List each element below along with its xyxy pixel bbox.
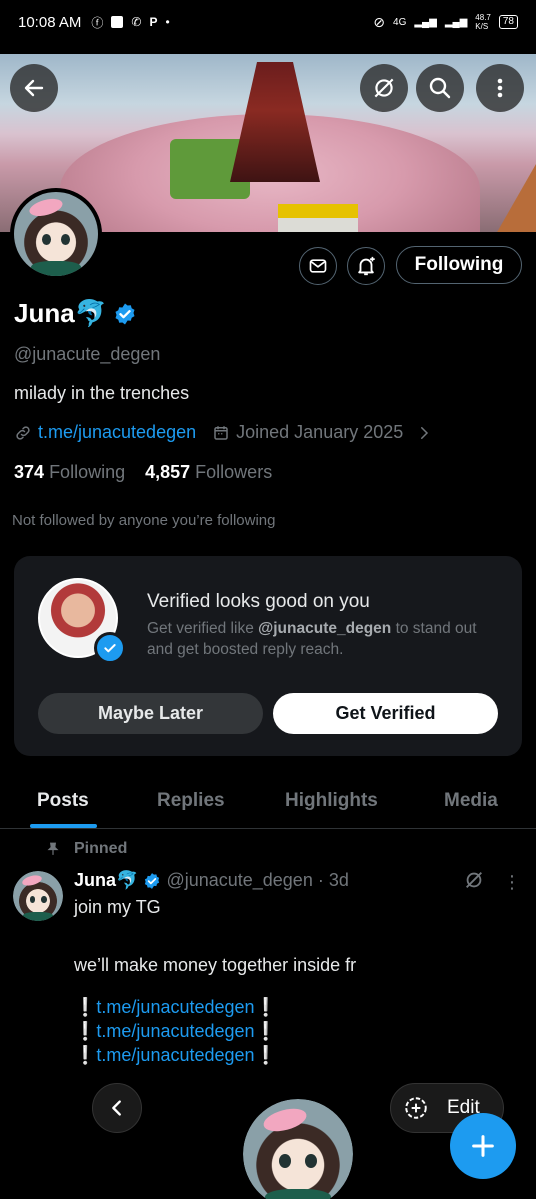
post-link[interactable]: t.me/junacutedegen xyxy=(96,997,254,1017)
profile-stats: 374 Following 4,857 Followers xyxy=(14,462,272,483)
pinned-label: Pinned xyxy=(46,840,127,858)
maybe-later-button[interactable]: Maybe Later xyxy=(38,693,263,734)
chevron-left-icon xyxy=(112,1100,121,1116)
grok-icon xyxy=(374,78,394,98)
profile-meta: t.me/junacutedegen Joined January 2025 xyxy=(14,422,433,443)
back-button[interactable] xyxy=(10,64,58,112)
floating-avatar[interactable] xyxy=(240,1096,356,1199)
hotspot-icon: ⊘ xyxy=(373,13,386,30)
square-app-icon xyxy=(111,16,124,28)
verified-badge-icon[interactable] xyxy=(113,302,137,326)
post-link-row: ❕t.me/junacutedegen❕ xyxy=(74,997,277,1017)
pin-icon xyxy=(47,842,59,855)
post-line-1: join my TG xyxy=(74,897,161,917)
active-tab-indicator xyxy=(30,824,97,828)
facebook-icon: ⓕ xyxy=(91,15,104,30)
following-stat[interactable]: 374 Following xyxy=(14,462,125,483)
search-button[interactable] xyxy=(416,64,464,112)
notifications-button[interactable] xyxy=(347,247,385,285)
bell-plus-icon xyxy=(358,256,375,276)
joined-date: Joined January 2025 xyxy=(236,422,404,442)
profile-name: Juna🐬 xyxy=(14,298,108,328)
mail-icon xyxy=(309,259,327,273)
post-link-row: ❕t.me/junacutedegen❕ xyxy=(74,1045,277,1065)
followers-stat[interactable]: 4,857 Followers xyxy=(145,462,272,483)
post-author-avatar[interactable] xyxy=(13,871,63,921)
floating-back-button[interactable] xyxy=(92,1083,142,1133)
not-followed-note: Not followed by anyone you’re following xyxy=(12,512,276,529)
post-author-name[interactable]: Juna🐬 xyxy=(74,870,138,891)
post-body: join my TG we’ll make money together ins… xyxy=(74,895,356,1067)
profile-tabs: Posts Replies Highlights Media xyxy=(0,776,536,829)
link-icon xyxy=(16,425,30,440)
tab-replies[interactable]: Replies xyxy=(157,790,225,812)
profile-handle: @junacute_degen xyxy=(14,344,161,364)
profile-link[interactable]: t.me/junacutedegen xyxy=(38,422,196,443)
post-header: Juna🐬 @junacute_degen · 3d xyxy=(74,870,349,891)
dot-icon: • xyxy=(165,15,170,29)
signal-icon: ▂▄▆ xyxy=(414,16,437,28)
add-circle-icon xyxy=(405,1097,427,1119)
p-app-icon: P xyxy=(149,15,158,29)
profile-name-row: Juna🐬 xyxy=(14,298,137,329)
post-link-row: ❕t.me/junacutedegen❕ xyxy=(74,1021,277,1041)
whatsapp-icon: ✆ xyxy=(131,15,142,29)
post-link[interactable]: t.me/junacutedegen xyxy=(96,1021,254,1041)
tab-posts[interactable]: Posts xyxy=(37,790,89,812)
status-bar: 10:08 AM ⓕ ✆ P • ⊘ 4G ▂▄▆ ▂▄▆ 48.7 K/S 7… xyxy=(0,0,536,44)
network-label: 4G xyxy=(393,16,407,28)
following-button[interactable]: Following xyxy=(396,246,522,284)
verified-check-icon xyxy=(94,632,126,664)
speed-readout: 48.7 K/S xyxy=(475,13,491,31)
compose-button[interactable] xyxy=(450,1113,516,1179)
signal-icon-2: ▂▄▆ xyxy=(444,16,468,28)
verified-promo-card: Verified looks good on you Get verified … xyxy=(14,556,522,756)
status-time: 10:08 AM xyxy=(18,13,82,31)
promo-subtitle: Get verified like @junacute_degen to sta… xyxy=(147,620,477,658)
get-verified-button[interactable]: Get Verified xyxy=(273,693,498,734)
more-options-button[interactable] xyxy=(476,64,524,112)
more-vertical-icon xyxy=(497,78,503,98)
status-notification-icons: ⓕ ✆ P • xyxy=(91,14,169,31)
tab-media[interactable]: Media xyxy=(444,790,498,812)
post-link[interactable]: t.me/junacutedegen xyxy=(96,1045,254,1065)
verified-badge-icon xyxy=(145,872,160,889)
search-icon xyxy=(429,77,451,99)
status-system-icons: ⊘ 4G ▂▄▆ ▂▄▆ 48.7 K/S 78 xyxy=(373,13,518,31)
chevron-right-icon[interactable] xyxy=(415,424,433,442)
post-age: · 3d xyxy=(317,870,349,890)
plus-icon xyxy=(472,1135,494,1157)
message-button[interactable] xyxy=(299,247,337,285)
calendar-icon xyxy=(214,425,228,440)
profile-avatar[interactable] xyxy=(10,188,102,280)
post-more-icon[interactable]: ⋮ xyxy=(503,872,521,893)
post-line-2: we’ll make money together inside fr xyxy=(74,955,357,975)
arrow-left-icon xyxy=(24,79,44,97)
promo-title: Verified looks good on you xyxy=(147,591,370,612)
battery-icon: 78 xyxy=(498,15,518,29)
post-author-handle: @junacute_degen xyxy=(166,870,313,890)
profile-bio: milady in the trenches xyxy=(14,383,190,403)
grok-icon[interactable] xyxy=(463,869,485,891)
tab-highlights[interactable]: Highlights xyxy=(285,790,378,812)
grok-button[interactable] xyxy=(360,64,408,112)
